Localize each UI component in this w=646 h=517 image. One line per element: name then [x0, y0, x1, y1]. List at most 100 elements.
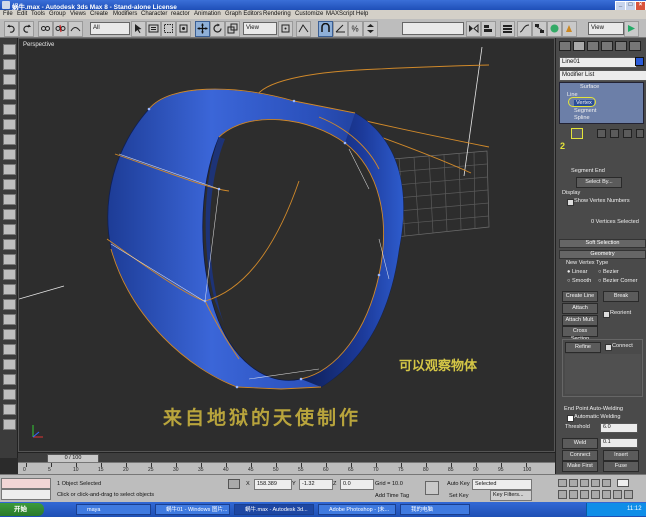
- configure-modifier-sets-icon[interactable]: [636, 129, 644, 138]
- z-coordinate-field[interactable]: 0.0: [340, 479, 374, 490]
- motion-tab-icon[interactable]: [601, 41, 613, 51]
- snaps-toggle-icon[interactable]: [318, 21, 333, 37]
- select-and-link-icon[interactable]: [38, 21, 53, 37]
- taskbar-item-maya[interactable]: maya: [76, 504, 151, 515]
- render-scene-icon[interactable]: [562, 21, 577, 37]
- tool-icon[interactable]: [3, 254, 16, 265]
- refine-button[interactable]: Refine: [565, 342, 601, 353]
- reorient-checkbox[interactable]: [603, 311, 610, 318]
- object-name-field[interactable]: Line01: [559, 57, 637, 68]
- menu-help[interactable]: Help: [356, 11, 368, 17]
- material-editor-icon[interactable]: [547, 21, 562, 37]
- arc-rotate-icon[interactable]: [613, 490, 622, 499]
- select-and-move-icon[interactable]: [195, 21, 210, 37]
- pan-icon[interactable]: [602, 490, 611, 499]
- undo-button[interactable]: [4, 21, 19, 37]
- vertex-type-bezier[interactable]: ○ Bezier: [598, 269, 619, 275]
- pivot-point-icon[interactable]: [278, 21, 293, 37]
- select-by-button[interactable]: Select By...: [576, 177, 622, 188]
- select-by-name-icon[interactable]: [146, 21, 161, 37]
- break-button[interactable]: Break: [603, 291, 639, 302]
- play-icon[interactable]: [580, 479, 589, 487]
- create-line-button[interactable]: Create Line: [562, 291, 598, 302]
- auto-key-button[interactable]: Auto Key: [447, 481, 470, 487]
- connect-checkbox[interactable]: [605, 344, 612, 351]
- maximize-viewport-icon[interactable]: [624, 490, 633, 499]
- select-object-icon[interactable]: [131, 21, 146, 37]
- tool-icon[interactable]: [3, 224, 16, 235]
- selection-set-dropdown[interactable]: Selected: [472, 479, 532, 490]
- bind-space-warp-icon[interactable]: [68, 21, 83, 37]
- next-frame-icon[interactable]: [591, 479, 600, 487]
- display-tab-icon[interactable]: [615, 41, 627, 51]
- quick-render-icon[interactable]: [624, 21, 639, 37]
- unlink-icon[interactable]: [53, 21, 68, 37]
- tool-icon[interactable]: [3, 389, 16, 400]
- selection-filter-dropdown[interactable]: All: [90, 22, 130, 35]
- reference-coordinate-dropdown[interactable]: View: [243, 22, 277, 35]
- menu-modifiers[interactable]: Modifiers: [113, 11, 137, 17]
- menu-reactor[interactable]: reactor: [171, 11, 190, 17]
- taskbar-item-photoshop[interactable]: Adobe Photoshop - [未...: [318, 504, 396, 515]
- zoom-icon[interactable]: [558, 490, 567, 499]
- menu-tools[interactable]: Tools: [31, 11, 45, 17]
- key-icon[interactable]: [425, 481, 439, 495]
- start-button[interactable]: 开始: [0, 503, 44, 516]
- tool-icon[interactable]: [3, 44, 16, 55]
- tool-icon[interactable]: [3, 269, 16, 280]
- tool-icon[interactable]: [3, 299, 16, 310]
- tool-icon[interactable]: [3, 119, 16, 130]
- named-selection-sets-dropdown[interactable]: [402, 22, 464, 35]
- make-first-button[interactable]: Make First: [562, 461, 598, 472]
- set-key-button[interactable]: Set Key: [449, 493, 469, 499]
- redo-button[interactable]: [19, 21, 34, 37]
- current-frame-field[interactable]: [617, 479, 629, 487]
- show-end-result-icon[interactable]: [597, 129, 606, 138]
- soft-selection-rollout[interactable]: Soft Selection: [559, 239, 646, 248]
- tool-icon[interactable]: [3, 359, 16, 370]
- percent-snap-icon[interactable]: %: [348, 21, 363, 37]
- tool-icon[interactable]: [3, 314, 16, 325]
- make-unique-icon[interactable]: [610, 129, 619, 138]
- go-to-end-icon[interactable]: [602, 479, 611, 487]
- curve-editor-icon[interactable]: [517, 21, 532, 37]
- mirror-icon[interactable]: [466, 21, 481, 37]
- stack-item-segment[interactable]: Segment: [574, 108, 596, 114]
- select-and-rotate-icon[interactable]: [210, 21, 225, 37]
- menu-edit[interactable]: Edit: [17, 11, 27, 17]
- attach-mult-button[interactable]: Attach Mult.: [562, 315, 598, 326]
- rectangular-selection-icon[interactable]: [161, 21, 176, 37]
- select-and-scale-icon[interactable]: [225, 21, 240, 37]
- maxscript-listener-field[interactable]: [1, 478, 51, 489]
- modifier-list-dropdown[interactable]: Modifier List: [559, 70, 646, 81]
- fuse-button[interactable]: Fuse: [603, 461, 639, 472]
- stack-item-surface[interactable]: Surface: [580, 84, 599, 90]
- previous-frame-icon[interactable]: [569, 479, 578, 487]
- tool-icon[interactable]: [3, 419, 16, 430]
- render-type-dropdown[interactable]: View: [588, 22, 624, 35]
- tool-icon[interactable]: [3, 194, 16, 205]
- tool-icon[interactable]: [3, 164, 16, 175]
- schematic-view-icon[interactable]: [532, 21, 547, 37]
- taskbar-item-my-computer[interactable]: 我的电脑: [400, 504, 470, 515]
- maxscript-mini-listener[interactable]: [1, 489, 51, 500]
- tool-icon[interactable]: [3, 104, 16, 115]
- y-coordinate-field[interactable]: -1.32: [299, 479, 333, 490]
- select-and-manipulate-icon[interactable]: [296, 21, 311, 37]
- menu-graph-editors[interactable]: Graph Editors: [225, 11, 262, 17]
- vertex-type-bezier-corner[interactable]: ○ Bezier Corner: [598, 278, 637, 284]
- tool-icon[interactable]: [3, 134, 16, 145]
- field-of-view-icon[interactable]: [591, 490, 600, 499]
- zoom-extents-icon[interactable]: [580, 490, 589, 499]
- show-vertex-numbers-checkbox[interactable]: [567, 199, 574, 206]
- modifier-stack[interactable]: Surface Line Vertex Segment Spline: [559, 82, 644, 124]
- modify-tab-icon[interactable]: [573, 41, 585, 51]
- cross-section-button[interactable]: Cross Section: [562, 326, 598, 342]
- perspective-viewport[interactable]: Perspective 可以观察物体 来自地狱的天使制作: [18, 38, 555, 452]
- tool-icon[interactable]: [3, 239, 16, 250]
- lock-selection-icon[interactable]: [228, 479, 240, 489]
- angle-snap-icon[interactable]: [333, 21, 348, 37]
- threshold-spinner[interactable]: 6.0: [600, 423, 638, 433]
- window-crossing-icon[interactable]: [176, 21, 191, 37]
- tool-icon[interactable]: [3, 74, 16, 85]
